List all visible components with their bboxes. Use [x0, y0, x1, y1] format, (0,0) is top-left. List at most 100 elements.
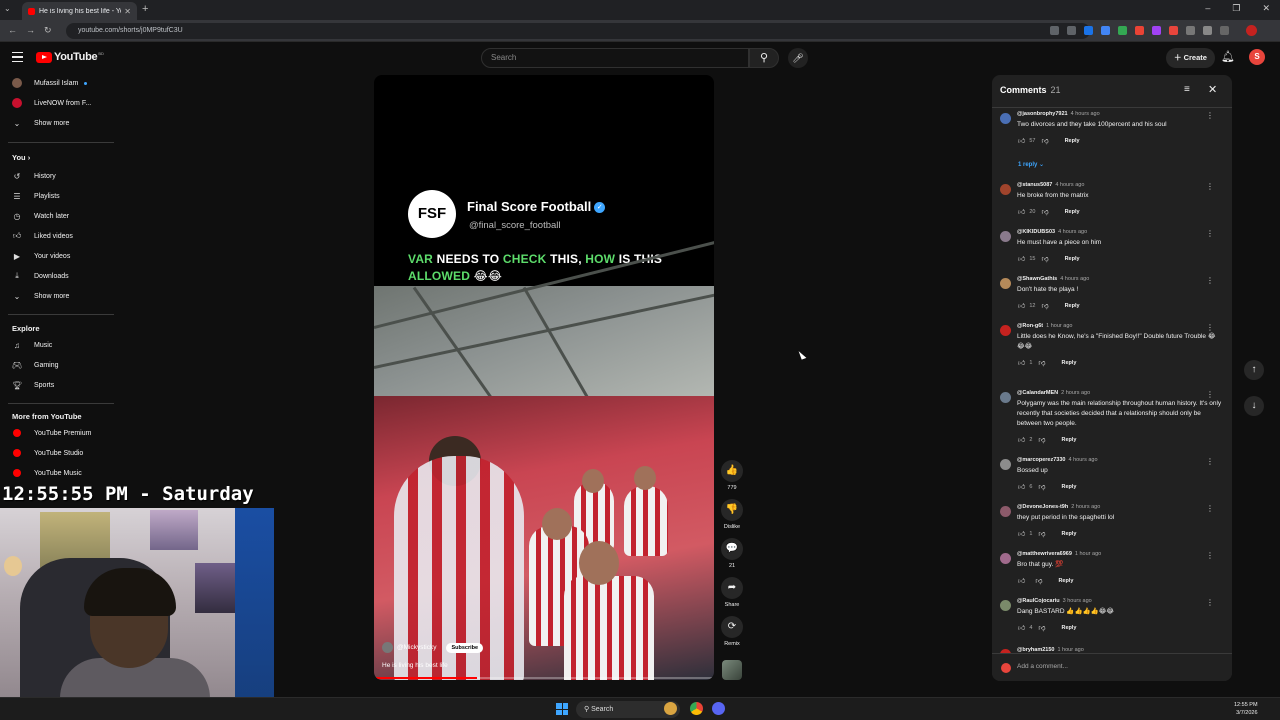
sidebar-item-your-videos[interactable]: ▶ Your videos — [0, 247, 118, 265]
sidebar-item-playlists[interactable]: ☰ Playlists — [0, 187, 118, 205]
extension-icon[interactable] — [1186, 26, 1195, 35]
comment-reply-button[interactable]: Reply — [1062, 531, 1077, 537]
browser-profile-avatar[interactable] — [1246, 25, 1257, 36]
comment-reply-button[interactable]: Reply — [1065, 209, 1080, 215]
more-options-icon[interactable]: ⋮ — [1206, 390, 1214, 399]
remix-button[interactable]: ⟳ Remix — [720, 616, 744, 647]
comment-like-icon[interactable]: 👍︎ — [1018, 529, 1025, 538]
comment-like-icon[interactable]: 👍︎ — [1018, 358, 1025, 367]
comment-dislike-icon[interactable]: 👎︎ — [1041, 301, 1048, 310]
cast-icon[interactable] — [1050, 26, 1059, 35]
extension-icon[interactable] — [1118, 26, 1127, 35]
comment-author[interactable]: @matthewrivera6969 — [1017, 551, 1072, 557]
like-button[interactable]: 👍 779 — [720, 460, 744, 491]
commenter-avatar[interactable] — [1000, 278, 1011, 289]
previous-short-button[interactable]: ↑ — [1244, 360, 1264, 380]
next-short-button[interactable]: ↓ — [1244, 396, 1264, 416]
comment-reply-button[interactable]: Reply — [1062, 437, 1077, 443]
comment-dislike-icon[interactable]: 👎︎ — [1038, 482, 1045, 491]
sidepanel-icon[interactable] — [1220, 26, 1229, 35]
extension-icon[interactable] — [1169, 26, 1178, 35]
share-button[interactable]: ➦ Share — [720, 577, 744, 608]
commenter-avatar[interactable] — [1000, 506, 1011, 517]
more-options-icon[interactable]: ⋮ — [1206, 551, 1214, 560]
system-clock[interactable]: 12:55 PM 3/7/2026 — [1234, 701, 1258, 717]
comment-author[interactable]: @jasonbrophy7921 — [1017, 111, 1068, 117]
comment-dislike-icon[interactable]: 👎︎ — [1038, 529, 1045, 538]
sidebar-show-more-subscriptions[interactable]: ⌄ Show more — [0, 114, 118, 132]
sidebar-item-sports[interactable]: 🏆︎ Sports — [0, 376, 118, 394]
notifications-bell-icon[interactable]: 🔔︎ — [1221, 50, 1235, 63]
sidebar-item-liked-videos[interactable]: 👍︎ Liked videos — [0, 227, 118, 245]
comment-reply-button[interactable]: Reply — [1065, 303, 1080, 309]
tab-close-icon[interactable]: ✕ — [124, 7, 131, 16]
menu-icon[interactable] — [12, 52, 23, 65]
sound-thumbnail[interactable] — [722, 660, 742, 680]
comment-like-icon[interactable]: 👍︎ — [1018, 623, 1025, 632]
commenter-avatar[interactable] — [1000, 231, 1011, 242]
extension-icon[interactable] — [1084, 26, 1093, 35]
comment-author[interactable]: @Ron-g6t — [1017, 323, 1043, 329]
reload-icon[interactable]: ↻ — [44, 25, 52, 36]
widgets-icon[interactable] — [664, 702, 677, 715]
comment-dislike-icon[interactable]: 👎︎ — [1041, 136, 1048, 145]
tab-search-icon[interactable]: ⌄ — [4, 4, 11, 13]
sidebar-item-downloads[interactable]: ⤓ Downloads — [0, 267, 118, 285]
comment-like-icon[interactable]: 👍︎ — [1018, 576, 1025, 585]
commenter-avatar[interactable] — [1000, 184, 1011, 195]
bookmark-star-icon[interactable] — [1067, 26, 1076, 35]
sort-icon[interactable]: ≡ — [1184, 84, 1190, 95]
minimize-button[interactable]: – — [1205, 3, 1210, 14]
search-input[interactable]: Search — [481, 48, 749, 68]
comment-author[interactable]: @KIKIDUBS03 — [1017, 229, 1055, 235]
sidebar-subscription-2[interactable]: LiveNOW from F... — [0, 94, 118, 112]
comment-author[interactable]: @RaulCojocariu — [1017, 598, 1060, 604]
comment-like-icon[interactable]: 👍︎ — [1018, 482, 1025, 491]
commenter-avatar[interactable] — [1000, 392, 1011, 403]
comment-dislike-icon[interactable]: 👎︎ — [1041, 207, 1048, 216]
sidebar-subscription-1[interactable]: Mufassil Islam — [0, 74, 118, 92]
comment-like-icon[interactable]: 👍︎ — [1018, 435, 1025, 444]
uploader-avatar[interactable] — [382, 642, 393, 653]
more-options-icon[interactable]: ⋮ — [1206, 504, 1214, 513]
comment-reply-button[interactable]: Reply — [1065, 256, 1080, 262]
short-video-player[interactable]: FSF Final Score Football ✓ @final_score_f… — [374, 75, 714, 680]
video-progress-bar[interactable] — [376, 677, 712, 679]
comment-reply-button[interactable]: Reply — [1065, 138, 1080, 144]
extension-icon[interactable] — [1101, 26, 1110, 35]
comment-dislike-icon[interactable]: 👎︎ — [1038, 358, 1045, 367]
windows-start-icon[interactable] — [556, 703, 568, 715]
commenter-avatar[interactable] — [1000, 553, 1011, 564]
more-options-icon[interactable]: ⋮ — [1206, 598, 1214, 607]
chrome-icon[interactable] — [690, 702, 703, 715]
comment-reply-button[interactable]: Reply — [1058, 578, 1073, 584]
address-bar[interactable]: youtube.com/shorts/j0MP9tufC3U — [66, 23, 1090, 39]
dislike-button[interactable]: 👎 Dislike — [720, 499, 744, 530]
comment-dislike-icon[interactable]: 👎︎ — [1038, 435, 1045, 444]
sidebar-item-watch-later[interactable]: ◷ Watch later — [0, 207, 118, 225]
comment-like-icon[interactable]: 👍︎ — [1018, 207, 1025, 216]
close-icon[interactable]: ✕ — [1208, 83, 1217, 96]
sidebar-item-studio[interactable]: YouTube Studio — [0, 444, 118, 462]
commenter-avatar[interactable] — [1000, 325, 1011, 336]
search-button[interactable]: ⚲ — [749, 48, 779, 68]
comment-dislike-icon[interactable]: 👎︎ — [1038, 623, 1045, 632]
comment-author[interactable]: @marcoperez7330 — [1017, 457, 1065, 463]
sidebar-item-gaming[interactable]: 🎮︎ Gaming — [0, 356, 118, 374]
comment-like-icon[interactable]: 👍︎ — [1018, 301, 1025, 310]
add-comment-input[interactable]: Add a comment... — [1017, 663, 1068, 670]
comment-dislike-icon[interactable]: 👎︎ — [1041, 254, 1048, 263]
extension-icon[interactable] — [1135, 26, 1144, 35]
extension-icon[interactable] — [1152, 26, 1161, 35]
forward-icon[interactable]: → — [26, 25, 35, 35]
comment-author[interactable]: @ShawnGathis — [1017, 276, 1057, 282]
comment-dislike-icon[interactable]: 👎︎ — [1035, 576, 1042, 585]
more-options-icon[interactable]: ⋮ — [1206, 323, 1214, 332]
create-button[interactable]: ＋ Create — [1166, 48, 1215, 68]
more-options-icon[interactable]: ⋮ — [1206, 276, 1214, 285]
sidebar-item-history[interactable]: ↺ History — [0, 167, 118, 185]
sidebar-you-header[interactable]: You › — [12, 153, 30, 162]
close-window-button[interactable]: ✕ — [1262, 3, 1270, 14]
add-comment-bar[interactable]: Add a comment... — [992, 653, 1232, 681]
discord-icon[interactable] — [712, 702, 725, 715]
